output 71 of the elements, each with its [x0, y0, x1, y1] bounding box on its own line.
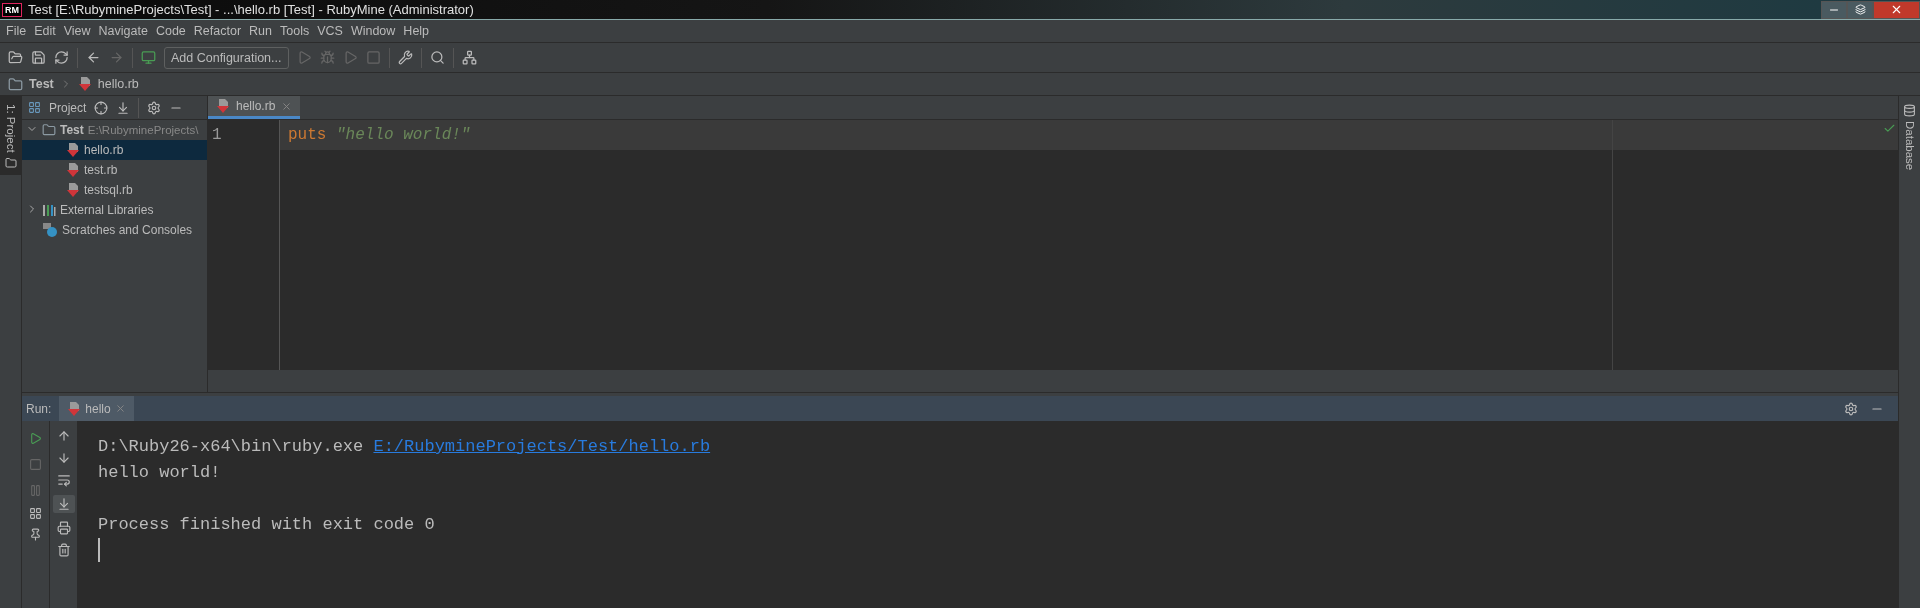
- scroll-to-end-icon[interactable]: [56, 497, 71, 511]
- menu-item[interactable]: File: [2, 24, 31, 38]
- ruby-file-icon: [216, 98, 230, 114]
- menu-item[interactable]: View: [59, 24, 95, 38]
- settings-icon[interactable]: [1844, 401, 1858, 416]
- folder-icon: [42, 123, 56, 137]
- breadcrumb-item[interactable]: Test: [29, 77, 54, 91]
- ruby-file-icon: [67, 400, 82, 417]
- menu-item[interactable]: Refactor: [189, 24, 246, 38]
- restore-button[interactable]: [1847, 0, 1873, 19]
- pin-icon[interactable]: [29, 528, 42, 541]
- ruby-file-icon: [66, 142, 80, 158]
- panel-title[interactable]: Project: [49, 100, 87, 115]
- layout-icon[interactable]: [29, 507, 42, 520]
- code-line: puts "hello world!": [287, 126, 471, 144]
- text-cursor: [98, 538, 100, 562]
- trash-icon[interactable]: [56, 543, 71, 557]
- library-icon: [42, 203, 56, 217]
- sync-icon[interactable]: [54, 50, 69, 65]
- check-icon: [1883, 122, 1896, 135]
- structure-icon[interactable]: [461, 50, 477, 65]
- console-text: hello world!: [98, 462, 221, 482]
- close-icon[interactable]: [1890, 3, 1903, 16]
- tree-item[interactable]: test.rb: [22, 160, 207, 180]
- tree-item[interactable]: hello.rb: [22, 140, 207, 160]
- editor-tab[interactable]: hello.rb: [208, 96, 301, 119]
- scratch-icon: [42, 222, 58, 238]
- run-tab[interactable]: hello: [59, 396, 134, 421]
- minimize-button[interactable]: [1821, 0, 1847, 19]
- ruby-file-icon: [66, 162, 80, 178]
- console-text: Process finished with exit code 0: [98, 514, 435, 534]
- locate-icon[interactable]: [94, 100, 109, 115]
- line-number: 1: [211, 126, 222, 144]
- run-icon[interactable]: [29, 431, 42, 445]
- console-text: D:\Ruby26-x64\bin\ruby.exe: [98, 436, 365, 456]
- panel-icon: [28, 101, 41, 114]
- ruby-file-icon: [66, 182, 80, 198]
- breadcrumb-item[interactable]: hello.rb: [97, 77, 139, 91]
- print-icon[interactable]: [56, 521, 71, 535]
- add-configuration-button[interactable]: Add Configuration...: [164, 46, 289, 69]
- back-icon[interactable]: [86, 50, 101, 65]
- tree-item[interactable]: testsql.rb: [22, 180, 207, 200]
- menu-item[interactable]: VCS: [313, 24, 347, 38]
- open-folder-icon[interactable]: [8, 50, 23, 65]
- tree-item[interactable]: External Libraries: [22, 200, 207, 220]
- soft-wrap-icon[interactable]: [56, 473, 71, 487]
- tree-item[interactable]: Scratches and Consoles: [22, 220, 207, 240]
- menu-item[interactable]: Run: [245, 24, 276, 38]
- save-icon[interactable]: [31, 50, 46, 65]
- settings-icon[interactable]: [147, 100, 162, 115]
- wrench-icon[interactable]: [397, 50, 413, 65]
- menu-item[interactable]: Code: [151, 24, 190, 38]
- database-icon[interactable]: [1903, 104, 1916, 117]
- tree-item[interactable]: Test E:\RubymineProjects\: [22, 120, 207, 140]
- menu-item[interactable]: Window: [346, 24, 400, 38]
- run-label: Run:: [26, 401, 52, 416]
- window-title: Test [E:\RubymineProjects\Test] - ...\hello.rb [Test] - RubyMine (Administrator): [28, 2, 474, 17]
- app-logo: RM: [2, 2, 22, 17]
- file-link[interactable]: E:/RubymineProjects/Test/hello.rb: [373, 436, 711, 456]
- menu-item[interactable]: Tools: [276, 24, 314, 38]
- search-icon[interactable]: [429, 50, 445, 65]
- folder-icon: [8, 76, 23, 92]
- menu-item[interactable]: Help: [399, 24, 434, 38]
- folder-icon: [4, 156, 17, 169]
- tool-window-tab[interactable]: Database: [1903, 121, 1916, 171]
- ruby-file-icon: [77, 76, 92, 92]
- menu-item[interactable]: Navigate: [94, 24, 152, 38]
- project-path: E:\RubymineProjects\: [87, 124, 199, 136]
- close-button[interactable]: [1873, 0, 1920, 19]
- menu-item[interactable]: Edit: [30, 24, 60, 38]
- tool-window-tab[interactable]: 1: Project: [0, 96, 21, 175]
